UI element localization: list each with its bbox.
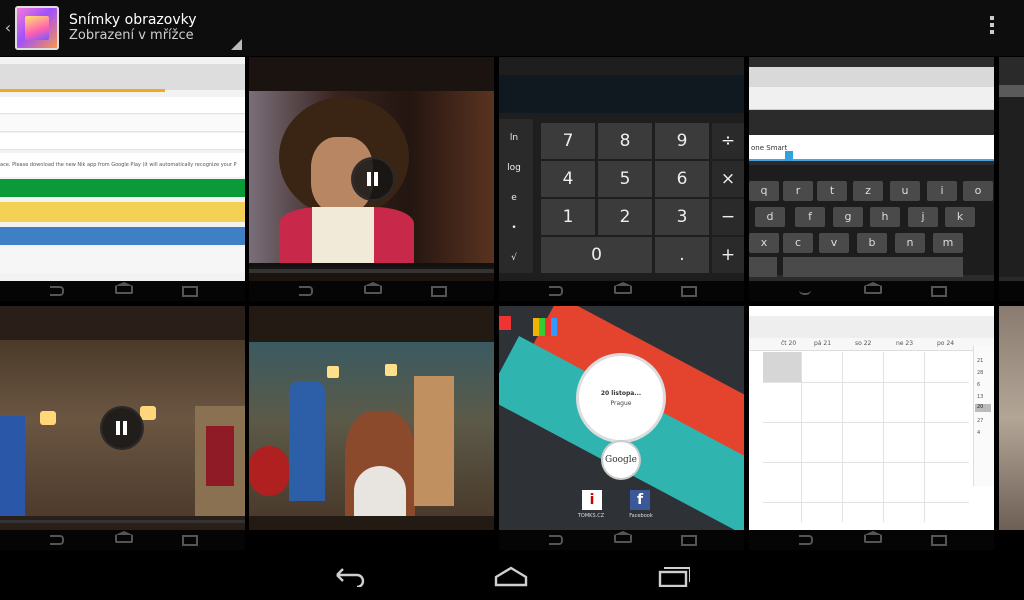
calc-key: √ [499,245,529,271]
calc-key: 8 [598,123,652,159]
mini-calendar-day: 6 [977,382,981,388]
app-label: Facebook [629,513,653,519]
keyboard-key: h [870,207,900,227]
calendar-day: po 24 [937,340,955,347]
gallery-icon[interactable] [15,6,59,50]
thumbnail[interactable]: ace. Please download the new Nik app fro… [0,57,245,301]
chevron-left-icon[interactable]: ‹ [2,18,14,38]
thumbnail[interactable] [999,57,1024,301]
keyboard-key: u [890,181,920,201]
keyboard-key: n [895,233,925,253]
keyboard-key: b [857,233,887,253]
banner-text: ace. Please download the new Nik app fro… [0,153,245,177]
keyboard-key: t [817,181,847,201]
mini-calendar-day: 4 [977,430,981,436]
mini-calendar-day: 21 [977,358,984,364]
calendar-day: čt 20 [781,340,797,347]
thumbnail[interactable]: one Smart q r t z u i o d f g h j k x c … [749,57,994,301]
keyboard-key: v [819,233,849,253]
calc-key: 3 [655,199,709,235]
app-label: TOMKS.CZ [577,513,605,519]
calc-key: . [655,237,709,273]
recent-apps-icon[interactable] [656,565,690,587]
view-mode-spinner[interactable]: Zobrazení v mřížce [69,28,194,44]
thumbnail[interactable]: ln log e • √ 7 8 9 ÷ 4 5 6 × 1 2 3 − 0 .… [499,57,744,301]
calc-key: × [712,161,744,197]
keyboard-key: j [908,207,938,227]
thumbnail[interactable] [249,306,494,550]
keyboard-key: i [927,181,957,201]
thumbnail-grid: ace. Please download the new Nik app fro… [0,57,1024,550]
calc-key: • [499,215,529,241]
calc-key: ln [499,125,529,151]
spinner-triangle-icon [231,39,242,50]
mini-calendar-day: 28 [977,370,984,376]
calc-key: + [712,237,744,273]
mini-calendar-day: 20 [975,404,991,412]
calc-key: 2 [598,199,652,235]
clock-city: Prague [610,400,632,407]
calc-key: 4 [541,161,595,197]
calc-key: e [499,185,529,211]
calendar-day: pá 21 [814,340,832,347]
calendar-day: ne 23 [896,340,914,347]
action-bar: ‹ Snímky obrazovky Zobrazení v mřížce [0,0,1024,56]
thumbnail[interactable]: čt 20 pá 21 so 22 ne 23 po 24 21 28 6 13… [749,306,994,550]
overflow-menu-icon[interactable] [985,16,999,40]
keyboard-key: g [833,207,863,227]
calendar-day: so 22 [855,340,872,347]
calc-key: 9 [655,123,709,159]
page-title: Snímky obrazovky [69,12,197,28]
keyboard-key: o [963,181,993,201]
keyboard-key: c [783,233,813,253]
system-navigation-bar [0,551,1024,600]
clock-date: 20 listopa... [600,390,642,397]
calc-key: 5 [598,161,652,197]
home-icon[interactable] [494,565,528,587]
keyboard-key: x [749,233,779,253]
thumbnail[interactable]: 20 listopa... Prague Google i f TOMKS.CZ… [499,306,744,550]
keyboard-key: r [783,181,813,201]
calc-key: ÷ [712,123,744,159]
mini-calendar-day: 27 [977,418,984,424]
back-icon[interactable] [333,565,367,587]
google-search-button: Google [603,442,639,478]
calc-key: 7 [541,123,595,159]
calc-key: 0 [541,237,652,273]
keyboard-key: q [749,181,779,201]
calc-key: log [499,155,529,181]
keyboard-key: z [853,181,883,201]
thumbnail[interactable] [0,306,245,550]
keyboard-key: k [945,207,975,227]
keyboard-key: f [795,207,825,227]
calc-key: 1 [541,199,595,235]
thumbnail[interactable] [249,57,494,301]
calc-key: 6 [655,161,709,197]
calc-key: − [712,199,744,235]
mini-calendar-day: 13 [977,394,984,400]
keyboard-key: d [755,207,785,227]
keyboard-key: m [933,233,963,253]
thumbnail[interactable] [999,306,1024,530]
